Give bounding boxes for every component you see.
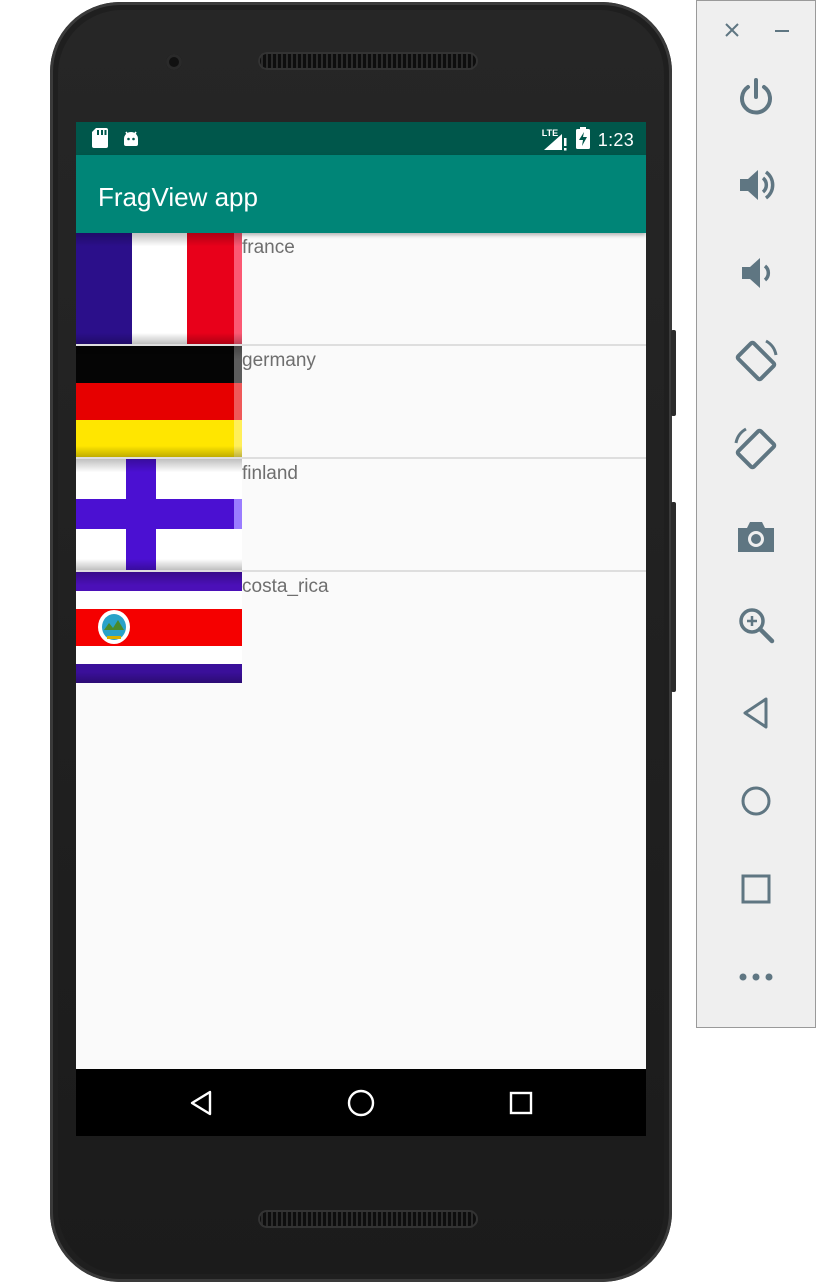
volume-up-icon[interactable] <box>723 157 789 213</box>
home-icon[interactable] <box>345 1087 377 1119</box>
rotate-left-icon[interactable] <box>723 333 789 389</box>
country-label: finland <box>242 463 298 484</box>
power-side-button <box>671 502 676 692</box>
list-item[interactable]: finland <box>76 459 646 572</box>
finland-flag-image <box>76 459 242 570</box>
recents-icon[interactable] <box>505 1087 537 1119</box>
rotate-right-icon[interactable] <box>723 421 789 477</box>
overview-icon[interactable] <box>723 861 789 917</box>
list-item[interactable]: costa_rica <box>76 572 646 683</box>
country-list: france germany finland costa_rica <box>76 233 646 683</box>
france-flag-image <box>76 233 242 344</box>
minimize-icon[interactable] <box>769 17 795 43</box>
front-camera <box>166 54 182 70</box>
signal-icon: LTE <box>542 128 568 152</box>
back-icon[interactable] <box>723 685 789 741</box>
country-label: france <box>242 237 295 258</box>
status-time: 1:23 <box>597 130 634 150</box>
list-item[interactable]: germany <box>76 346 646 459</box>
top-speaker-grille <box>258 52 478 70</box>
zoom-icon[interactable] <box>723 597 789 653</box>
android-icon <box>122 129 140 152</box>
app-toolbar: FragView app <box>76 155 646 233</box>
close-icon[interactable] <box>719 17 745 43</box>
status-bar: LTE 1:23 <box>76 122 646 155</box>
costa-rica-flag-image <box>76 572 242 683</box>
volume-rocker <box>671 330 676 416</box>
home-icon[interactable] <box>723 773 789 829</box>
more-icon[interactable] <box>723 949 789 1005</box>
volume-down-icon[interactable] <box>723 245 789 301</box>
camera-icon[interactable] <box>723 509 789 565</box>
germany-flag-image <box>76 346 242 457</box>
emulator-control-panel <box>696 0 816 1028</box>
device-screen: LTE 1:23 FragView app france germany fin… <box>76 122 646 1136</box>
list-item[interactable]: france <box>76 233 646 346</box>
app-title: FragView app <box>98 182 258 212</box>
navigation-bar <box>76 1069 646 1136</box>
country-label: costa_rica <box>242 576 329 597</box>
back-icon[interactable] <box>185 1087 217 1119</box>
battery-charging-icon <box>575 127 590 154</box>
power-icon[interactable] <box>723 69 789 125</box>
country-label: germany <box>242 350 316 371</box>
sd-card-icon <box>92 128 108 153</box>
bottom-speaker-grille <box>258 1210 478 1228</box>
